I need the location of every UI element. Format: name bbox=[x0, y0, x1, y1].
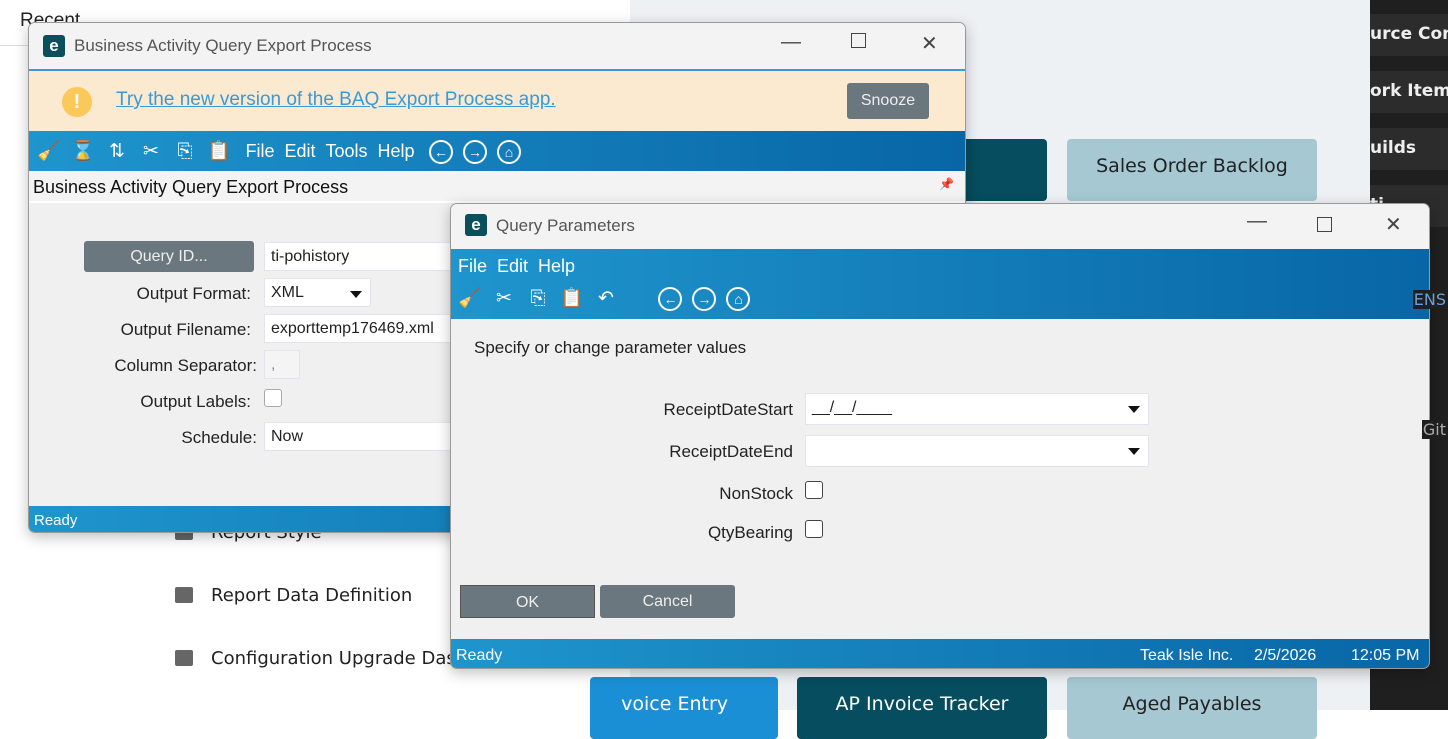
warning-icon: ! bbox=[62, 87, 92, 117]
query-id-button[interactable]: Query ID... bbox=[84, 241, 254, 272]
paste-icon[interactable]: 📋 bbox=[207, 139, 231, 163]
tile-aged-payables[interactable]: Aged Payables bbox=[1067, 677, 1317, 739]
clear-icon[interactable]: 🧹 bbox=[37, 139, 61, 163]
menu-tools[interactable]: Tools bbox=[326, 141, 368, 161]
forward-icon[interactable]: → bbox=[463, 140, 488, 164]
tile-label: AP Invoice Tracker bbox=[835, 693, 1009, 715]
output-format-select[interactable]: XML bbox=[264, 278, 371, 307]
clear-icon[interactable]: 🧹 bbox=[458, 286, 482, 310]
cut-icon[interactable]: ✂ bbox=[139, 140, 163, 163]
snooze-button[interactable]: Snooze bbox=[847, 83, 929, 119]
upgrade-banner: ! Try the new version of the BAQ Export … bbox=[29, 69, 965, 131]
menu-file[interactable]: File bbox=[458, 256, 487, 276]
minimize-button[interactable]: — bbox=[781, 31, 801, 54]
tile-sales-order-backlog[interactable]: Sales Order Backlog bbox=[1067, 139, 1317, 201]
status-text: Ready bbox=[456, 647, 503, 664]
close-button[interactable]: ✕ bbox=[921, 31, 938, 56]
dashboard-icon bbox=[175, 650, 193, 666]
sidebar-item[interactable]: urce Cont bbox=[1370, 14, 1448, 56]
nonstock-label: NonStock bbox=[719, 484, 793, 503]
forward-icon[interactable]: → bbox=[692, 287, 717, 311]
qtybearing-label: QtyBearing bbox=[707, 523, 793, 542]
maximize-button[interactable] bbox=[851, 33, 866, 48]
toolbar: 🧹 ⌛ ⇅ ✂ ⎘ 📋 File Edit Tools Help ← → ⌂ bbox=[29, 131, 965, 171]
tile-invoice-entry[interactable]: voice Entry bbox=[590, 677, 778, 739]
process-icon[interactable]: ⌛ bbox=[71, 139, 95, 163]
window-title: Business Activity Query Export Process bbox=[74, 36, 372, 55]
menu-edit[interactable]: Edit bbox=[497, 256, 528, 276]
back-icon[interactable]: ← bbox=[658, 287, 683, 311]
cut-icon[interactable]: ✂ bbox=[492, 287, 516, 310]
chevron-down-icon[interactable] bbox=[1128, 406, 1140, 413]
nonstock-checkbox[interactable] bbox=[805, 481, 823, 499]
home-icon[interactable]: ⌂ bbox=[497, 140, 522, 164]
cancel-button[interactable]: Cancel bbox=[600, 585, 735, 618]
menu-toolbar: File Edit Help 🧹 ✂ ⎘ 📋 ↶ ← → ⌂ bbox=[451, 249, 1429, 319]
sidebar-text: ENS bbox=[1412, 290, 1447, 309]
menu-file[interactable]: File bbox=[245, 141, 274, 161]
attach-icon[interactable]: ⇅ bbox=[105, 140, 129, 163]
output-format-label: Output Format: bbox=[136, 284, 251, 303]
column-separator-label: Column Separator: bbox=[114, 356, 257, 375]
tile-label: Sales Order Backlog bbox=[1096, 155, 1288, 177]
tile-label: voice Entry bbox=[621, 693, 728, 715]
title-bar: e Query Parameters — ✕ bbox=[451, 204, 1429, 249]
output-labels-label: Output Labels: bbox=[140, 392, 251, 411]
subtitle-bar: Business Activity Query Export Process 📌 bbox=[29, 171, 965, 203]
receipt-date-end-label: ReceiptDateEnd bbox=[669, 442, 793, 461]
minimize-button[interactable]: — bbox=[1247, 210, 1267, 233]
new-version-link[interactable]: Try the new version of the BAQ Export Pr… bbox=[116, 89, 556, 111]
menu-help[interactable]: Help bbox=[378, 141, 415, 161]
company-name: Teak Isle Inc. bbox=[1140, 647, 1234, 664]
query-parameters-dialog: e Query Parameters — ✕ File Edit Help 🧹 ✂ ⎘ 📋… bbox=[450, 203, 1430, 669]
maximize-button[interactable] bbox=[1317, 217, 1332, 232]
menu-bar: File Edit Help bbox=[458, 256, 585, 277]
home-icon[interactable]: ⌂ bbox=[726, 287, 751, 311]
instructions-text: Specify or change parameter values bbox=[474, 338, 747, 357]
receipt-date-start-label: ReceiptDateStart bbox=[663, 400, 793, 419]
epicor-logo-icon: e bbox=[43, 35, 65, 57]
list-label: Report Data Definition bbox=[211, 585, 413, 606]
status-date: 2/5/2026 bbox=[1254, 647, 1317, 664]
paste-icon[interactable]: 📋 bbox=[560, 286, 584, 310]
tile-label: Aged Payables bbox=[1122, 693, 1262, 715]
receipt-date-start-input[interactable]: __/__/____ bbox=[805, 393, 1149, 425]
status-time: 12:05 PM bbox=[1351, 647, 1420, 664]
output-filename-label: Output Filename: bbox=[120, 320, 251, 339]
schedule-label: Schedule: bbox=[181, 428, 257, 447]
window-title: Query Parameters bbox=[496, 216, 635, 235]
status-text: Ready bbox=[34, 512, 78, 529]
receipt-date-end-input[interactable] bbox=[805, 435, 1149, 467]
epicor-logo-icon: e bbox=[465, 214, 487, 236]
report-icon bbox=[175, 587, 193, 603]
sidebar-text: Git bbox=[1421, 420, 1447, 439]
chevron-down-icon[interactable] bbox=[1128, 448, 1140, 455]
menu-edit[interactable]: Edit bbox=[284, 141, 315, 161]
output-format-value: XML bbox=[271, 284, 304, 301]
sidebar-item[interactable]: ork Items bbox=[1370, 71, 1448, 113]
date-value: __/__/____ bbox=[812, 399, 893, 416]
chevron-down-icon bbox=[350, 291, 362, 298]
tile-ap-invoice-tracker[interactable]: AP Invoice Tracker bbox=[797, 677, 1047, 739]
pin-icon[interactable]: 📌 bbox=[939, 177, 954, 191]
qtybearing-checkbox[interactable] bbox=[805, 520, 823, 538]
back-icon[interactable]: ← bbox=[429, 140, 454, 164]
list-item-report-data-definition[interactable]: Report Data Definition bbox=[175, 585, 412, 606]
title-bar: e Business Activity Query Export Process… bbox=[29, 23, 965, 69]
copy-icon[interactable]: ⎘ bbox=[526, 288, 550, 310]
form-title: Business Activity Query Export Process bbox=[33, 177, 349, 197]
menu-help[interactable]: Help bbox=[538, 256, 575, 276]
sidebar-item[interactable]: uilds bbox=[1370, 128, 1448, 170]
copy-icon[interactable]: ⎘ bbox=[173, 141, 197, 163]
toolbar: 🧹 ✂ ⎘ 📋 ↶ ← → ⌂ bbox=[458, 286, 760, 311]
close-button[interactable]: ✕ bbox=[1385, 212, 1402, 237]
ok-button[interactable]: OK bbox=[460, 585, 595, 618]
status-bar: Ready Teak Isle Inc. 2/5/2026 12:05 PM bbox=[451, 639, 1429, 668]
column-separator-input[interactable]: , bbox=[264, 350, 300, 379]
output-labels-checkbox[interactable] bbox=[264, 389, 282, 407]
undo-icon[interactable]: ↶ bbox=[594, 287, 618, 310]
